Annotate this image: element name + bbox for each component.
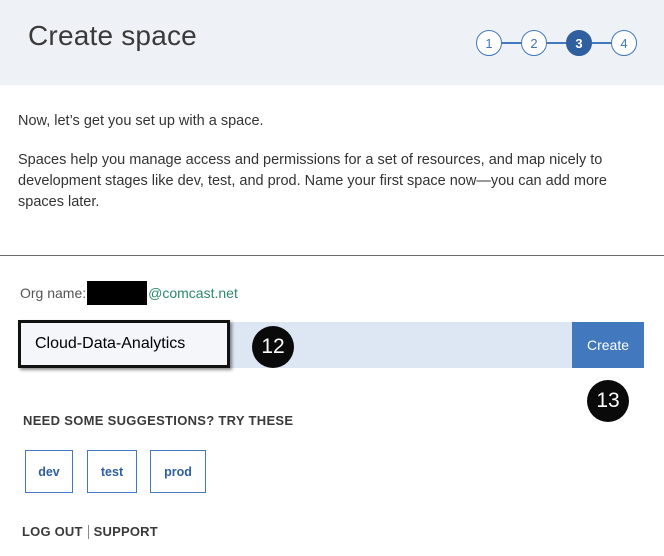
suggestion-dev[interactable]: dev <box>25 450 73 493</box>
page-header: Create space 1 2 3 4 <box>0 0 664 85</box>
suggestion-prod[interactable]: prod <box>150 450 206 493</box>
suggestions-heading: NEED SOME SUGGESTIONS? TRY THESE <box>23 413 294 428</box>
intro-text: Now, let’s get you set up with a space. … <box>18 111 653 213</box>
support-link[interactable]: SUPPORT <box>94 524 158 539</box>
stepper-connector <box>547 42 566 44</box>
annotation-marker-12: 12 <box>252 326 294 368</box>
progress-stepper: 1 2 3 4 <box>476 30 638 56</box>
step-3-active: 3 <box>566 30 592 56</box>
create-button[interactable]: Create <box>572 322 644 368</box>
section-divider <box>0 255 664 256</box>
intro-line-2: Spaces help you manage access and permis… <box>18 152 607 210</box>
space-name-input[interactable] <box>18 320 230 368</box>
redacted-block <box>87 281 148 305</box>
page-title: Create space <box>28 20 197 51</box>
stepper-connector <box>502 42 521 44</box>
intro-line-1: Now, let’s get you set up with a space. <box>18 113 264 129</box>
step-4: 4 <box>611 30 637 56</box>
org-name-row: Org name: @comcast.net <box>20 281 238 305</box>
org-domain: @comcast.net <box>148 285 238 301</box>
stepper-connector <box>592 42 611 44</box>
suggestion-test[interactable]: test <box>87 450 137 493</box>
footer-links: LOG OUT SUPPORT <box>22 524 158 539</box>
org-name-label: Org name: <box>20 285 87 301</box>
annotation-marker-13: 13 <box>587 380 629 422</box>
step-1: 1 <box>476 30 502 56</box>
step-2: 2 <box>521 30 547 56</box>
footer-separator <box>87 524 89 539</box>
logout-link[interactable]: LOG OUT <box>22 524 83 539</box>
